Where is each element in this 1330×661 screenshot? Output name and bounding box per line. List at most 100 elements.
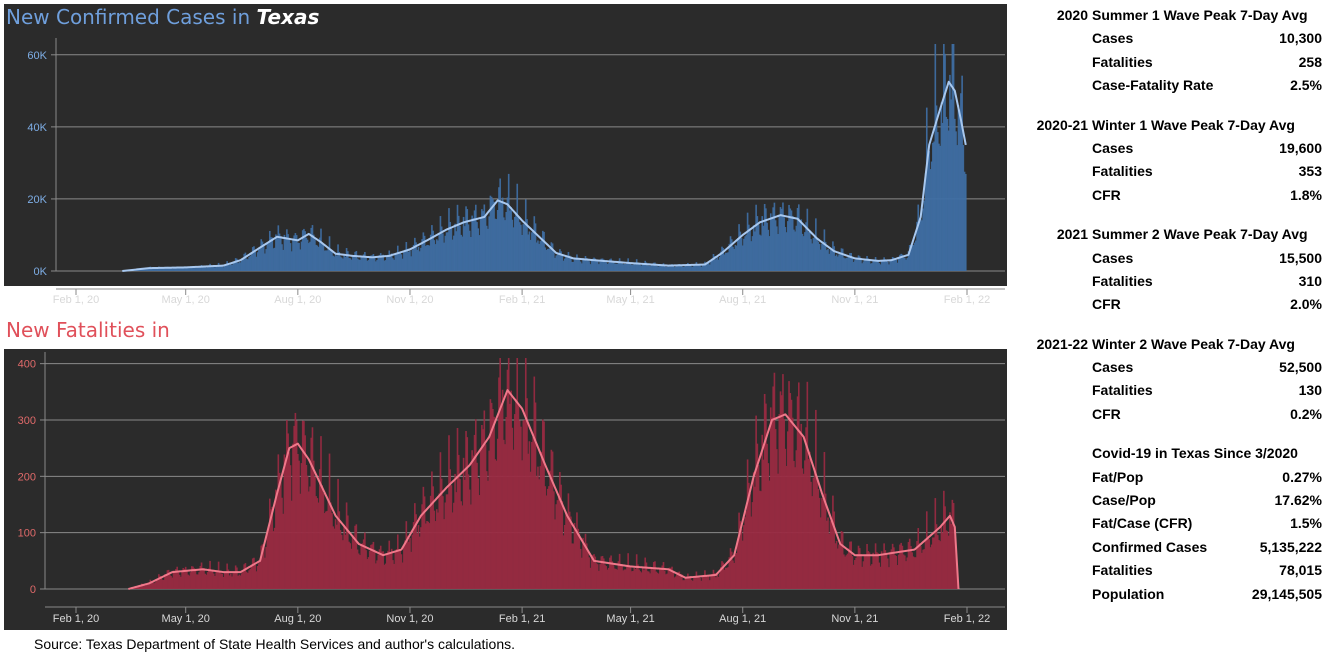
chart-title-text: New Confirmed Cases in [6, 5, 256, 29]
stats-row: CFR 1.8% [1016, 184, 1326, 207]
stats-label: CFR [1092, 296, 1121, 313]
stats-row: Case/Pop 17.62% [1016, 489, 1326, 512]
stats-section: 2021 Summer 2 Wave Peak 7-Day Avg Cases 15,… [1016, 223, 1326, 317]
stats-row: Case-Fatality Rate 2.5% [1016, 74, 1326, 97]
stats-label: Cases [1092, 139, 1134, 156]
stats-heading: Winter 2 Wave Peak 7-Day Avg [1092, 335, 1295, 352]
stats-label: Fat/Pop [1092, 468, 1144, 485]
stats-label: Confirmed Cases [1092, 538, 1208, 555]
fatalities-chart: New Fatalities in Texas 0 100 200 300 400 Feb … [4, 318, 1007, 630]
x-tick-label: Aug 1, 21 [719, 294, 766, 306]
stats-since-section: Covid-19 in Texas Since 3/2020 Fat/Pop 0.2… [1016, 442, 1326, 606]
stats-panel: 2020 Summer 1 Wave Peak 7-Day Avg Cases 10,… [1016, 4, 1326, 622]
stats-heading: Summer 2 Wave Peak 7-Day Avg [1092, 226, 1308, 243]
stats-section-header: 2021 Summer 2 Wave Peak 7-Day Avg [1016, 223, 1326, 246]
x-tick-label: Feb 1, 22 [944, 294, 990, 306]
stats-row: CFR 0.2% [1016, 403, 1326, 426]
stats-row: Cases 19,600 [1016, 137, 1326, 160]
stats-row: Fat/Case (CFR) 1.5% [1016, 512, 1326, 535]
stats-section: 2020-21 Winter 1 Wave Peak 7-Day Avg Cases… [1016, 114, 1326, 208]
stats-label: Fat/Case (CFR) [1092, 515, 1193, 532]
stats-label: Fatalities [1092, 53, 1153, 70]
x-tick-label: Feb 1, 22 [944, 613, 990, 625]
stats-value: 52,500 [1279, 359, 1322, 376]
stats-label: Case/Pop [1092, 492, 1156, 509]
stats-label: CFR [1092, 405, 1121, 422]
stats-row: CFR 2.0% [1016, 293, 1326, 316]
y-tick-label: 20K [27, 194, 47, 206]
x-tick-label: May 1, 20 [162, 613, 210, 625]
fatalities-chart-title: New Fatalities in Texas [6, 318, 239, 342]
chart-title-state: Texas [176, 318, 239, 342]
x-tick-label: May 1, 21 [606, 613, 654, 625]
stats-label: Case-Fatality Rate [1092, 77, 1214, 94]
stats-value: 2.0% [1290, 296, 1322, 313]
x-tick-label: Aug 1, 21 [719, 613, 766, 625]
stats-row: Fat/Pop 0.27% [1016, 466, 1326, 489]
stats-value: 310 [1298, 272, 1322, 289]
x-tick-label: Aug 1, 20 [274, 613, 321, 625]
stats-label: Fatalities [1092, 562, 1153, 579]
daily-bar [964, 173, 967, 271]
stats-label: Fatalities [1092, 163, 1153, 180]
stats-value: 0.27% [1282, 468, 1322, 485]
x-tick-label: Nov 1, 20 [386, 294, 433, 306]
stats-label: Cases [1092, 249, 1134, 266]
x-tick-label: Nov 1, 20 [386, 613, 433, 625]
stats-label: CFR [1092, 186, 1121, 203]
stats-section-header: 2020 Summer 1 Wave Peak 7-Day Avg [1016, 4, 1326, 27]
stats-year: 2021 [1056, 226, 1088, 243]
stats-year: 2020-21 [1036, 116, 1088, 133]
stats-label: Population [1092, 585, 1165, 602]
charts-area: New Confirmed Cases in Texas 0K 20K 40K 60K F… [0, 0, 1010, 630]
cases-chart-title: New Confirmed Cases in Texas [6, 5, 320, 29]
stats-year: 2020 [1056, 7, 1088, 23]
stats-year: 2021-22 [1036, 335, 1088, 352]
stats-row: Cases 52,500 [1016, 356, 1326, 379]
stats-value: 15,500 [1279, 249, 1322, 266]
y-tick-label: 0K [34, 266, 48, 278]
stats-value: 130 [1298, 382, 1322, 399]
y-tick-label: 100 [18, 528, 36, 540]
stats-row: Fatalities 78,015 [1016, 559, 1326, 582]
stats-value: 29,145,505 [1251, 585, 1322, 602]
stats-row: Cases 15,500 [1016, 247, 1326, 270]
stats-value: 1.8% [1290, 186, 1322, 203]
stats-value: 19,600 [1279, 139, 1322, 156]
x-tick-label: Nov 1, 21 [831, 613, 878, 625]
stats-label: Fatalities [1092, 272, 1153, 289]
stats-row: Fatalities 130 [1016, 379, 1326, 402]
x-tick-label: Nov 1, 21 [831, 294, 878, 306]
stats-since-title-row: Covid-19 in Texas Since 3/2020 [1016, 442, 1326, 465]
stats-row: Cases 10,300 [1016, 27, 1326, 50]
stats-section: 2020 Summer 1 Wave Peak 7-Day Avg Cases 10,… [1016, 4, 1326, 98]
stats-row: Fatalities 353 [1016, 160, 1326, 183]
source-note: Source: Texas Department of State Health… [34, 636, 516, 652]
stats-heading: Winter 1 Wave Peak 7-Day Avg [1092, 116, 1295, 133]
stats-label: Fatalities [1092, 382, 1153, 399]
stats-section-header: 2021-22 Winter 2 Wave Peak 7-Day Avg [1016, 333, 1326, 356]
stats-section: 2021-22 Winter 2 Wave Peak 7-Day Avg Cases… [1016, 333, 1326, 427]
stats-section-header: 2020-21 Winter 1 Wave Peak 7-Day Avg [1016, 114, 1326, 137]
charts-svg: New Confirmed Cases in Texas 0K 20K 40K 60K F… [4, 4, 1007, 630]
stats-label: Cases [1092, 359, 1134, 376]
stats-label: Cases [1092, 30, 1134, 47]
x-tick-label: Aug 1, 20 [274, 294, 321, 306]
chart-title-text: New Fatalities in [6, 318, 176, 342]
y-tick-label: 300 [18, 415, 36, 427]
stats-value: 78,015 [1279, 562, 1322, 579]
stats-value: 0.2% [1290, 405, 1322, 422]
x-tick-label: May 1, 20 [162, 294, 210, 306]
y-tick-label: 400 [18, 359, 36, 371]
stats-row: Population 29,145,505 [1016, 583, 1326, 606]
x-tick-label: May 1, 21 [606, 294, 654, 306]
stats-row: Fatalities 258 [1016, 51, 1326, 74]
stats-value: 1.5% [1290, 515, 1322, 532]
stats-value: 353 [1298, 163, 1322, 180]
stats-value: 258 [1298, 53, 1322, 70]
stats-value: 10,300 [1279, 30, 1322, 47]
x-tick-label: Feb 1, 21 [499, 613, 545, 625]
stats-value: 2.5% [1290, 77, 1322, 94]
stats-row: Fatalities 310 [1016, 270, 1326, 293]
x-tick-label: Feb 1, 20 [53, 294, 99, 306]
